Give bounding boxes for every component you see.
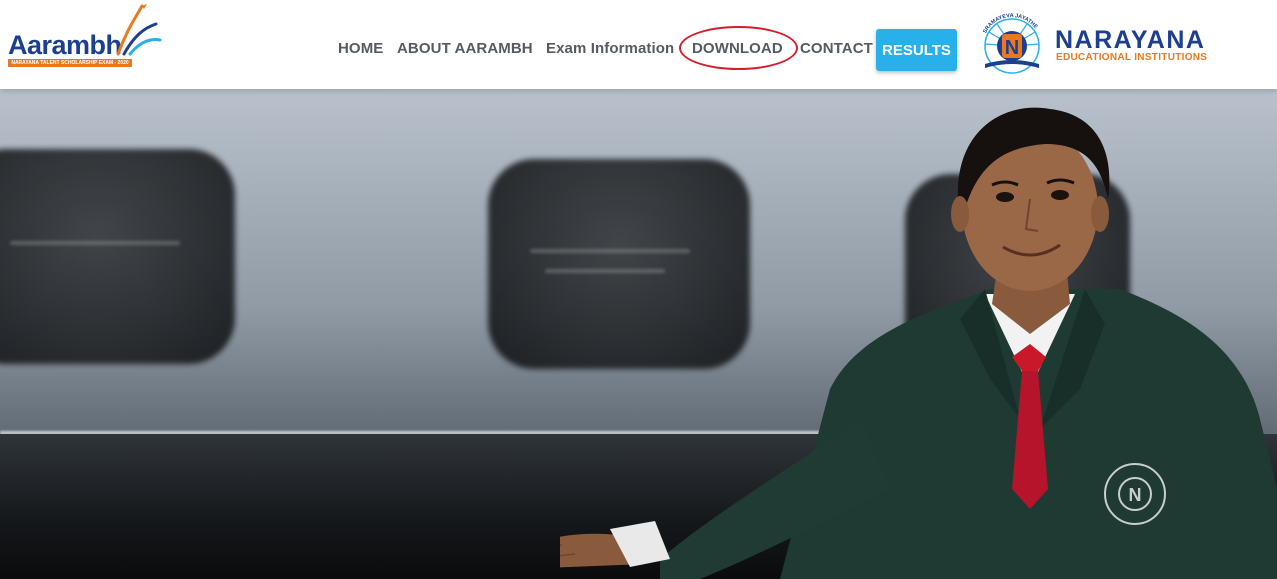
results-button[interactable]: RESULTS xyxy=(876,29,957,71)
aarambh-logo-word: Aarambh xyxy=(8,30,122,60)
nav-download[interactable]: DOWNLOAD xyxy=(692,40,783,57)
hero-banner: N xyxy=(0,89,1277,579)
background-chair-left xyxy=(0,149,235,364)
student-photo: N xyxy=(560,107,1277,579)
blazer-emblem-letter: N xyxy=(1129,485,1142,505)
narayana-emblem-letter: N xyxy=(1005,37,1019,59)
nav-exam-information[interactable]: Exam Information xyxy=(546,40,674,57)
narayana-name: NARAYANA xyxy=(1055,26,1206,54)
chair-text-blur xyxy=(10,241,180,245)
nav-home[interactable]: HOME xyxy=(338,40,383,57)
aarambh-logo[interactable]: Aarambh NARAYANA TALENT SCHOLARSHIP EXAM… xyxy=(8,4,163,70)
narayana-logo[interactable]: N SRAMAYEVA JAYATHE NARAYANA EDUCATIONAL… xyxy=(975,12,1225,76)
nav-about-aarambh[interactable]: ABOUT AARAMBH xyxy=(397,40,533,57)
bird-icon xyxy=(116,4,162,56)
narayana-emblem-icon: N SRAMAYEVA JAYATHE xyxy=(982,13,1040,74)
site-header: Aarambh NARAYANA TALENT SCHOLARSHIP EXAM… xyxy=(0,0,1277,89)
aarambh-tagline: NARAYANA TALENT SCHOLARSHIP EXAM - 2020 xyxy=(8,59,132,67)
nav-contact[interactable]: CONTACT xyxy=(800,40,873,57)
narayana-subtitle: EDUCATIONAL INSTITUTIONS xyxy=(1056,52,1208,63)
